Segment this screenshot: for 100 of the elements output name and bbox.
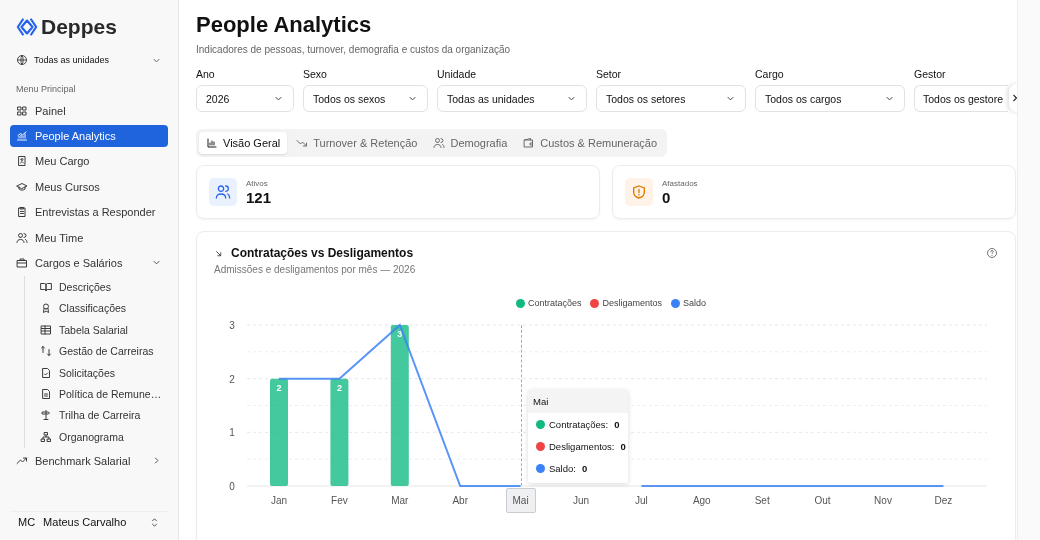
arrow-icon [214,248,223,258]
sidebar-subitem[interactable]: Tabela Salarial [34,319,168,340]
tooltip-value: 0 [581,463,588,474]
logo-icon [16,16,38,38]
filter-label: Gestor [914,68,947,80]
y-tick-label: 1 [229,427,235,439]
x-tick-label: Dez [934,495,953,506]
app-logo: Deppes [41,15,117,39]
tab[interactable]: Visão Geral [199,132,288,154]
chart-icon [16,130,28,143]
globe-icon [16,54,28,66]
trend-down-icon [296,137,309,149]
filter-dropdown[interactable]: 2026 [196,85,294,112]
filter-label: Sexo [303,68,328,80]
tooltip-label: Contratações: [549,419,609,430]
chart-title: Contratações vs Desligamentos [231,246,415,260]
bar-chart-icon [206,137,218,149]
briefcase-icon [16,256,28,269]
filter-dropdown[interactable]: Todos os gestore [914,85,1008,112]
users-icon [433,137,446,149]
document-icon [40,387,52,400]
x-tick-label: Mar [391,495,409,506]
chart-subtitle: Admissões e desligamentos por mês — 2026 [214,264,417,275]
tab[interactable]: Custos & Remuneração [516,132,665,154]
x-tick-label: Out [814,495,831,506]
id-card-icon [16,155,28,168]
tooltip-label: Desligamentos: [549,441,615,452]
filter-dropdown[interactable]: Todos os sexos [303,85,428,112]
users-icon [209,178,237,206]
x-tick-label: Nov [874,495,892,506]
tooltip-value: 0 [620,441,626,452]
shield-alert-icon [625,178,653,206]
filter-label: Unidade [437,68,478,80]
user-menu[interactable]: MC Mateus Carvalho [10,511,168,532]
org-chart-icon [40,430,52,443]
x-tick-label: Ago [692,495,711,506]
y-tick-label: 3 [229,320,235,331]
stat-value: 121 [246,188,272,206]
tooltip-title: Mai [528,390,628,413]
stat-label: Ativos [246,178,269,188]
filter-dropdown[interactable]: Todos os cargos [755,85,905,112]
page-subtitle: Indicadores de pessoas, turnover, demografia e custos da organização [196,44,512,55]
x-tick-label: Fev [331,495,348,506]
file-check-icon [40,366,52,379]
chevron-up-down-icon [149,516,160,528]
sidebar-item[interactable]: People Analytics [10,125,168,148]
legend-item: Contratações [515,298,582,308]
bar-value-label: 2 [336,382,342,393]
bar-value-label: 3 [397,329,403,339]
bar-value-label: 2 [276,382,282,393]
table-icon [40,323,52,336]
sidebar-subitem[interactable]: Descrições [34,277,168,297]
wallet-icon [523,137,536,149]
x-tick-label: Jun [572,495,590,506]
sidebar-item[interactable]: Meus Cursos [10,175,168,198]
sidebar-item[interactable]: Cargos e Salários [10,251,168,274]
graduation-cap-icon [16,180,28,193]
help-icon[interactable] [986,247,998,259]
filter-label: Cargo [755,68,785,80]
x-tick-label: Jan [270,495,288,506]
unit-selector[interactable]: Todas as unidades [10,44,168,72]
sidebar-item[interactable]: Meu Time [10,226,168,249]
legend-item: Desligamentos [590,298,662,308]
filter-label: Ano [196,68,216,80]
x-tick-label: Set [754,495,770,506]
signpost-icon [40,409,52,422]
sidebar-subitem[interactable]: Organograma [34,426,168,447]
trend-icon [16,454,28,467]
legend-item: Saldo [671,298,707,308]
sidebar-item[interactable]: Meu Cargo [10,150,168,173]
sidebar-subitem[interactable]: Política de Remune… [34,383,168,404]
x-tick-label: Mai [512,495,529,506]
sidebar-subitem[interactable]: Gestão de Carreiras [34,341,168,362]
book-icon [40,281,52,293]
section-label: Menu Principal [16,84,77,94]
page-title: People Analytics [196,12,373,38]
tab[interactable]: Turnover & Retenção [289,132,425,154]
tab[interactable]: Demografia [426,132,515,154]
grid-icon [16,104,28,117]
arrows-icon [40,345,52,358]
tooltip-label: Saldo: [549,463,576,474]
sidebar-item[interactable]: Painel [10,99,168,122]
stat-value: 0 [662,188,672,206]
award-icon [40,302,52,315]
sidebar-subitem[interactable]: Classificações [34,298,168,319]
filter-label: Setor [596,68,623,80]
tooltip-value: 0 [614,419,620,430]
filter-dropdown[interactable]: Todos os setores [596,85,746,112]
y-tick-label: 2 [229,373,235,385]
x-tick-label: Abr [452,495,468,506]
clipboard-icon [16,206,28,219]
sidebar-item[interactable]: Benchmark Salarial [10,449,168,472]
users-icon [16,231,28,244]
x-tick-label: Jul [635,495,648,506]
sidebar-subitem[interactable]: Trilha de Carreira [34,405,168,426]
y-tick-label: 0 [229,481,235,492]
sidebar-subitem[interactable]: Solicitações [34,362,168,383]
filter-dropdown[interactable]: Todas as unidades [437,85,587,112]
stat-label: Afastados [662,178,698,188]
sidebar-item[interactable]: Entrevistas a Responder [10,201,168,224]
